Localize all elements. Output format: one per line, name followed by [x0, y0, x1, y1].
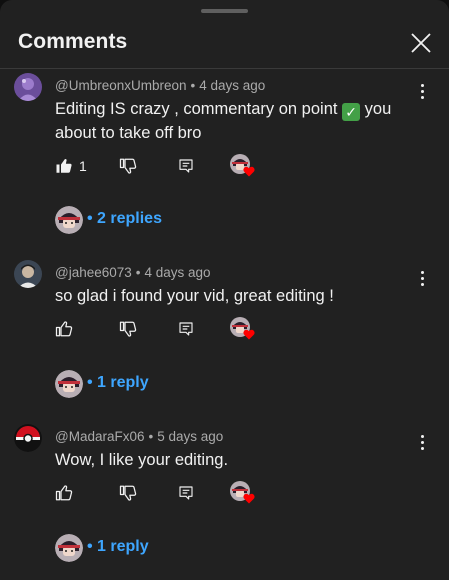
comment-text: Editing IS crazy , commentary on point ✓…	[55, 97, 400, 145]
avatar[interactable]	[14, 73, 42, 101]
check-mark-icon: ✓	[342, 103, 361, 121]
heart-icon	[243, 329, 255, 340]
replies-label: • 1 reply	[87, 538, 149, 555]
comment-text: so glad i found your vid, great editing …	[55, 287, 334, 305]
reply-button[interactable]	[178, 155, 194, 177]
creator-avatar	[55, 370, 83, 398]
comment-author[interactable]: @MadaraFx06	[55, 429, 145, 444]
comments-header: Comments	[0, 22, 449, 68]
drag-handle[interactable]	[201, 9, 248, 13]
comment-meta: @jahee6073 • 4 days ago	[55, 265, 211, 280]
meta-separator: •	[190, 78, 196, 93]
reply-comment-icon	[179, 322, 193, 336]
thumbs-down-icon	[119, 321, 137, 337]
page-title: Comments	[18, 30, 128, 53]
like-button[interactable]: 1	[55, 155, 87, 177]
comment-text-part: Editing IS crazy , commentary on point	[55, 100, 338, 118]
view-replies-button[interactable]: • 1 reply	[55, 370, 255, 398]
comment-meta: @MadaraFx06 • 5 days ago	[55, 429, 223, 444]
thumbs-down-icon	[119, 158, 137, 174]
thumbs-up-icon	[55, 321, 73, 337]
comment-time: 4 days ago	[199, 78, 266, 93]
dislike-button[interactable]	[119, 155, 137, 177]
reply-comment-icon	[179, 486, 193, 500]
dislike-button[interactable]	[119, 318, 137, 340]
like-button[interactable]	[55, 482, 73, 504]
thumbs-down-icon	[119, 485, 137, 501]
thumbs-up-icon	[55, 485, 73, 501]
replies-label: • 2 replies	[87, 210, 162, 227]
heart-icon	[243, 166, 255, 177]
more-options-button[interactable]	[412, 432, 432, 452]
replies-count: 1 reply	[97, 538, 149, 555]
creator-avatar	[55, 206, 83, 234]
comments-sheet: Comments @UmbreonxUmbreon • 4 days ago Edi…	[0, 0, 449, 580]
comment-actions	[55, 317, 295, 342]
reply-button[interactable]	[178, 318, 194, 340]
thumbs-up-filled-icon	[56, 159, 72, 173]
creator-avatar	[55, 534, 83, 562]
comment-author[interactable]: @UmbreonxUmbreon	[55, 78, 187, 93]
like-count: 1	[79, 158, 87, 174]
more-options-button[interactable]	[412, 81, 432, 101]
comment-item: @jahee6073 • 4 days ago so glad i found yo…	[0, 260, 449, 424]
reply-comment-icon	[179, 159, 193, 173]
comment-actions	[55, 481, 295, 506]
comment-item: @UmbreonxUmbreon • 4 days ago Editing IS c…	[0, 73, 449, 237]
creator-heart-badge[interactable]	[230, 481, 256, 505]
comment-time: 4 days ago	[144, 265, 211, 280]
comment-text: Wow, I like your editing.	[55, 451, 229, 469]
comment-item: @MadaraFx06 • 5 days ago Wow, I like your …	[0, 424, 449, 580]
avatar[interactable]	[14, 424, 42, 452]
more-options-button[interactable]	[412, 268, 432, 288]
comment-actions: 1	[55, 154, 295, 179]
creator-heart-badge[interactable]	[230, 317, 256, 341]
meta-separator: •	[148, 429, 154, 444]
replies-count: 1 reply	[97, 374, 149, 391]
replies-label: • 1 reply	[87, 374, 149, 391]
like-button[interactable]	[55, 318, 73, 340]
dislike-button[interactable]	[119, 482, 137, 504]
header-divider	[0, 68, 449, 69]
comment-meta: @UmbreonxUmbreon • 4 days ago	[55, 78, 265, 93]
view-replies-button[interactable]: • 1 reply	[55, 534, 255, 562]
heart-icon	[243, 493, 255, 504]
comment-time: 5 days ago	[157, 429, 224, 444]
replies-count: 2 replies	[97, 210, 162, 227]
comment-author[interactable]: @jahee6073	[55, 265, 132, 280]
reply-button[interactable]	[178, 482, 194, 504]
creator-heart-badge[interactable]	[230, 154, 256, 178]
close-button[interactable]	[406, 28, 436, 58]
close-icon	[411, 33, 431, 53]
meta-separator: •	[135, 265, 141, 280]
view-replies-button[interactable]: • 2 replies	[55, 206, 255, 234]
avatar[interactable]	[14, 260, 42, 288]
